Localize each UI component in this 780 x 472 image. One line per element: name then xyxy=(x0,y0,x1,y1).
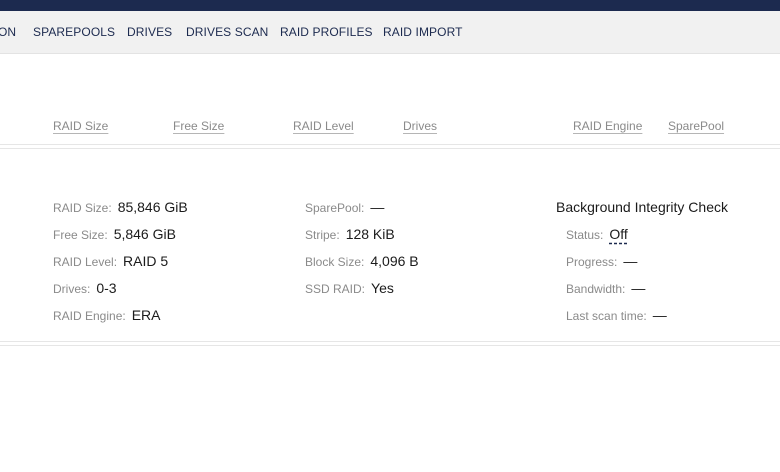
header-divider xyxy=(0,144,780,149)
detail-value: ERA xyxy=(131,307,161,323)
top-accent-bar xyxy=(0,0,780,11)
detail-value: — xyxy=(631,280,646,296)
detail-raid-size: RAID Size: 85,846 GiB xyxy=(53,199,188,217)
detail-label: Progress: xyxy=(566,255,618,269)
detail-label: RAID Size: xyxy=(53,201,112,215)
detail-raid-level: RAID Level: RAID 5 xyxy=(53,253,168,271)
detail-block-size: Block Size: 4,096 B xyxy=(305,253,419,271)
integrity-progress: Progress: — xyxy=(566,253,637,271)
detail-value: Yes xyxy=(371,280,394,296)
details-divider xyxy=(0,341,780,346)
column-header-raid-engine[interactable]: RAID Engine xyxy=(573,119,642,133)
detail-label: SparePool: xyxy=(305,201,365,215)
tab-drives[interactable]: DRIVES xyxy=(127,25,172,39)
detail-raid-engine: RAID Engine: ERA xyxy=(53,307,161,325)
detail-drives: Drives: 0-3 xyxy=(53,280,117,298)
column-header-raid-level[interactable]: RAID Level xyxy=(293,119,354,133)
detail-value: 4,096 B xyxy=(370,253,419,269)
detail-label: Bandwidth: xyxy=(566,282,626,296)
detail-value: 85,846 GiB xyxy=(117,199,188,215)
detail-label: Stripe: xyxy=(305,228,340,242)
column-header-free-size[interactable]: Free Size xyxy=(173,119,224,133)
integrity-status: Status: Off xyxy=(566,226,628,244)
detail-label: Free Size: xyxy=(53,228,108,242)
detail-value: — xyxy=(623,253,638,269)
tab-raid-import[interactable]: RAID IMPORT xyxy=(383,25,463,39)
detail-label: Block Size: xyxy=(305,255,365,269)
detail-value: 5,846 GiB xyxy=(113,226,176,242)
detail-label: Status: xyxy=(566,228,604,242)
column-header-sparepool[interactable]: SparePool xyxy=(668,119,724,133)
detail-value: — xyxy=(370,199,385,215)
column-header-drives[interactable]: Drives xyxy=(403,119,437,133)
detail-ssd-raid: SSD RAID: Yes xyxy=(305,280,394,298)
detail-value: 0-3 xyxy=(96,280,117,296)
detail-label: Drives: xyxy=(53,282,91,296)
integrity-status-toggle[interactable]: Off xyxy=(609,226,627,242)
detail-label: SSD RAID: xyxy=(305,282,366,296)
detail-stripe: Stripe: 128 KiB xyxy=(305,226,395,244)
detail-label: RAID Level: xyxy=(53,255,118,269)
integrity-last-scan: Last scan time: — xyxy=(566,307,667,325)
column-header-raid-size[interactable]: RAID Size xyxy=(53,119,108,133)
detail-sparepool: SparePool: — xyxy=(305,199,384,217)
integrity-bandwidth: Bandwidth: — xyxy=(566,280,645,298)
tab-partial[interactable]: ON xyxy=(0,25,16,39)
tab-navigation: ON SPAREPOOLS DRIVES DRIVES SCAN RAID PR… xyxy=(0,11,780,54)
detail-value: 128 KiB xyxy=(345,226,395,242)
detail-label: Last scan time: xyxy=(566,309,647,323)
tab-sparepools[interactable]: SPAREPOOLS xyxy=(33,25,115,39)
detail-value: — xyxy=(652,307,667,323)
detail-value: RAID 5 xyxy=(123,253,169,269)
integrity-check-title: Background Integrity Check xyxy=(556,199,728,215)
tab-raid-profiles[interactable]: RAID PROFILES xyxy=(280,25,373,39)
detail-label: RAID Engine: xyxy=(53,309,126,323)
tab-drives-scan[interactable]: DRIVES SCAN xyxy=(186,25,268,39)
detail-free-size: Free Size: 5,846 GiB xyxy=(53,226,176,244)
